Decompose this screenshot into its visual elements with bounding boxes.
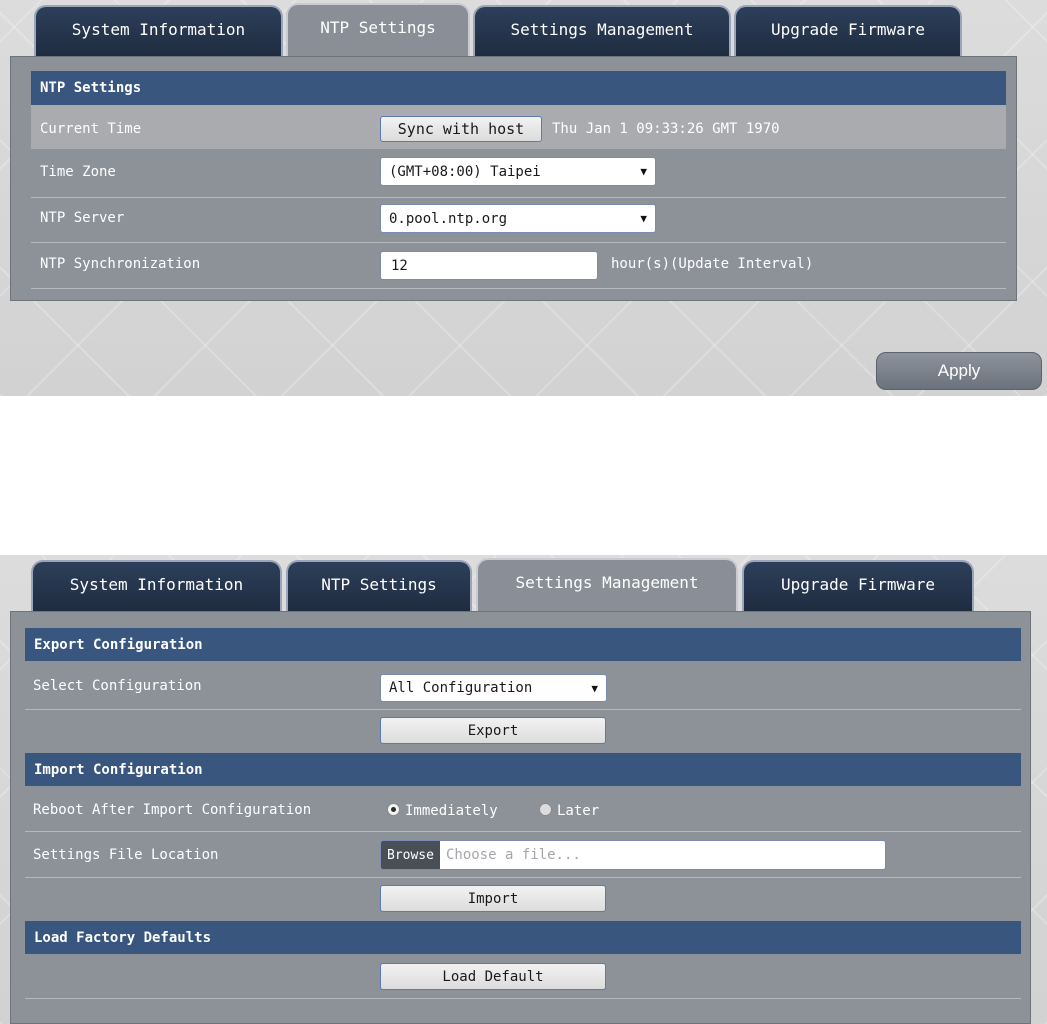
section-header-export: Export Configuration	[25, 628, 1021, 661]
row-divider	[25, 998, 1021, 999]
ntp-content: NTP Settings Current Time Sync with host…	[10, 56, 1017, 301]
caret-down-icon: ▼	[591, 681, 598, 695]
caret-down-icon: ▼	[640, 212, 647, 225]
apply-button[interactable]: Apply	[876, 352, 1042, 390]
settings-file-location-label: Settings File Location	[33, 847, 219, 863]
row-divider	[31, 242, 1006, 243]
section-header-import: Import Configuration	[25, 753, 1021, 786]
row-divider	[31, 288, 1006, 289]
tab-ntp-settings[interactable]: NTP Settings	[286, 560, 472, 611]
radio-later[interactable]	[539, 803, 552, 816]
reboot-after-import-label: Reboot After Import Configuration	[33, 802, 312, 818]
time-zone-label: Time Zone	[40, 164, 116, 180]
row-divider	[25, 877, 1021, 878]
tab-system-information[interactable]: System Information	[34, 5, 283, 56]
section-header-ntp-settings: NTP Settings	[31, 71, 1006, 105]
tab-ntp-settings[interactable]: NTP Settings	[286, 3, 470, 57]
radio-immediately-label: Immediately	[405, 803, 498, 819]
time-zone-select[interactable]: (GMT+08:00) Taipei ▼	[380, 157, 656, 186]
ntp-sync-interval-input[interactable]: 12	[380, 251, 598, 280]
file-chooser[interactable]: Browse Choose a file...	[380, 840, 886, 870]
caret-down-icon: ▼	[640, 165, 647, 178]
import-button[interactable]: Import	[380, 885, 606, 912]
current-time-label: Current Time	[40, 121, 142, 137]
ntp-settings-panel: System Information NTP Settings Settings…	[0, 0, 1047, 396]
tab-upgrade-firmware[interactable]: Upgrade Firmware	[734, 5, 962, 56]
ntp-server-select[interactable]: 0.pool.ntp.org ▼	[380, 204, 656, 233]
current-time-value: Thu Jan 1 09:33:26 GMT 1970	[552, 121, 780, 137]
settings-management-panel: System Information NTP Settings Settings…	[0, 555, 1047, 1024]
configuration-selected: All Configuration	[389, 680, 533, 696]
tab-upgrade-firmware[interactable]: Upgrade Firmware	[742, 560, 974, 611]
time-zone-selected: (GMT+08:00) Taipei	[389, 163, 541, 180]
tab-settings-management[interactable]: Settings Management	[473, 5, 731, 56]
ntp-server-selected: 0.pool.ntp.org	[389, 210, 508, 227]
tab-bar: System Information NTP Settings Settings…	[0, 555, 1047, 612]
browse-button[interactable]: Browse	[381, 841, 440, 869]
row-divider	[25, 709, 1021, 710]
radio-immediately[interactable]	[387, 803, 400, 816]
ntp-server-label: NTP Server	[40, 210, 125, 226]
tab-bar: System Information NTP Settings Settings…	[0, 0, 1047, 57]
export-button[interactable]: Export	[380, 717, 606, 744]
ntp-sync-label: NTP Synchronization	[40, 256, 201, 272]
load-default-button[interactable]: Load Default	[380, 963, 606, 990]
settings-content: Export Configuration Select Configuratio…	[10, 611, 1031, 1024]
sync-with-host-button[interactable]: Sync with host	[380, 116, 542, 142]
row-divider	[25, 831, 1021, 832]
tab-system-information[interactable]: System Information	[31, 560, 282, 611]
select-configuration-label: Select Configuration	[33, 678, 202, 694]
section-header-load-factory-defaults: Load Factory Defaults	[25, 921, 1021, 954]
ntp-sync-unit: hour(s)(Update Interval)	[611, 256, 814, 272]
file-path-placeholder: Choose a file...	[445, 847, 581, 863]
tab-settings-management[interactable]: Settings Management	[476, 558, 738, 612]
configuration-select[interactable]: All Configuration ▼	[380, 674, 607, 702]
radio-later-label: Later	[557, 803, 600, 819]
row-divider	[31, 197, 1006, 198]
